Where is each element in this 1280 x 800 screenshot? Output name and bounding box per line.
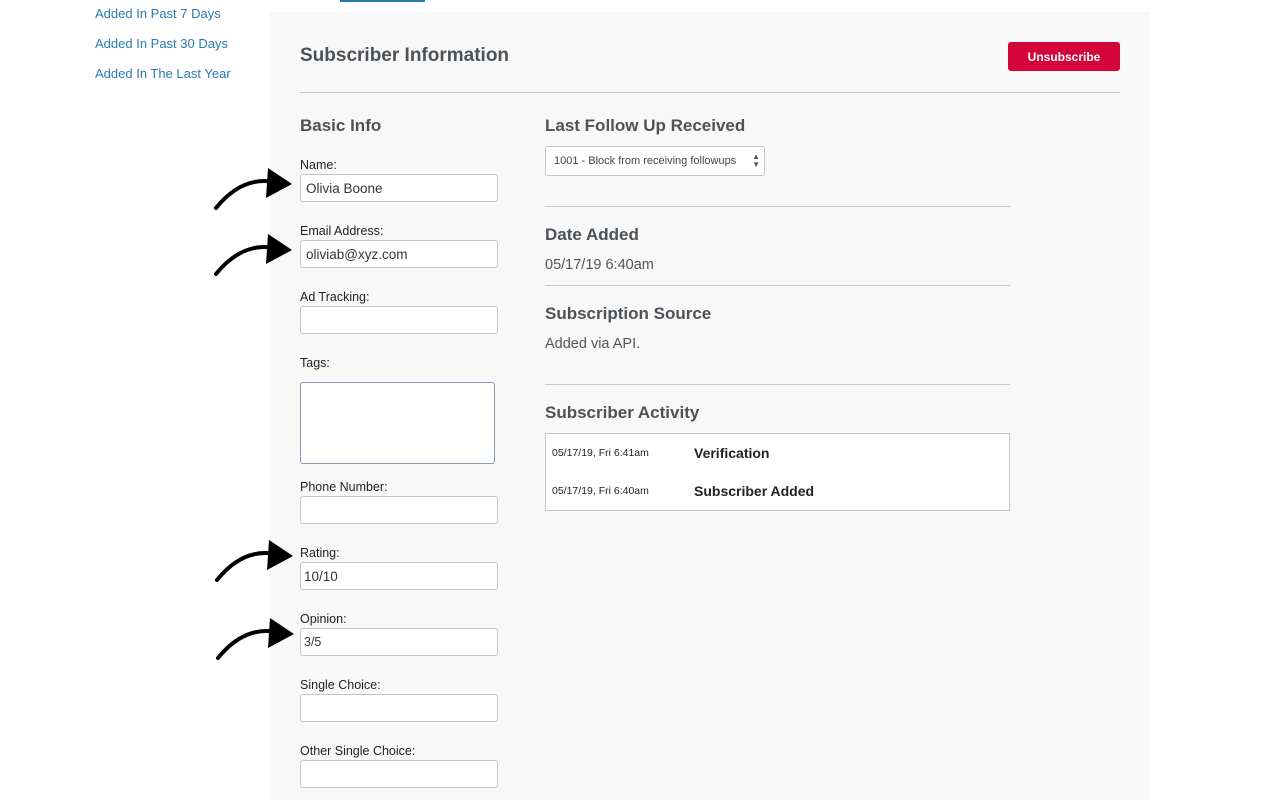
sidebar-link-last-year[interactable]: Added In The Last Year [95,66,231,81]
other-single-choice-label: Other Single Choice: [300,744,416,758]
activity-time: 05/17/19, Fri 6:40am [552,485,649,497]
phone-field[interactable] [300,496,498,524]
annotation-arrow-icon [215,540,293,582]
activity-log: 05/17/19, Fri 6:41am Verification 05/17/… [545,433,1010,511]
follow-up-divider [545,206,1010,207]
subscription-source-value: Added via API. [545,336,641,352]
annotation-arrow-icon [214,168,292,210]
date-added-value: 05/17/19 6:40am [545,257,654,273]
rating-field[interactable] [300,562,498,590]
single-choice-field[interactable] [300,694,498,722]
sidebar-link-past-30-days[interactable]: Added In Past 30 Days [95,36,228,51]
title-divider [300,92,1120,93]
subscription-source-heading: Subscription Source [545,304,712,323]
active-tab-indicator [340,0,425,2]
annotation-arrow-icon [214,234,292,276]
name-label: Name: [300,158,337,172]
ad-tracking-field[interactable] [300,306,498,334]
unsubscribe-button[interactable]: Unsubscribe [1008,42,1120,71]
follow-up-heading: Last Follow Up Received [545,116,746,135]
follow-up-selected-value: 1001 - Block from receiving followups [554,155,737,167]
select-caret-icon: ▲ ▼ [752,152,760,169]
subscriber-activity-heading: Subscriber Activity [545,403,700,422]
phone-label: Phone Number: [300,480,388,494]
opinion-field[interactable] [300,628,498,656]
tags-label: Tags: [300,356,330,370]
email-field[interactable] [300,240,498,268]
follow-up-select[interactable]: 1001 - Block from receiving followups ▲ ▼ [545,146,765,176]
tags-field[interactable] [300,382,495,464]
opinion-label: Opinion: [300,612,347,626]
annotation-arrow-icon [216,618,294,660]
email-label: Email Address: [300,224,384,238]
sidebar-link-past-7-days[interactable]: Added In Past 7 Days [95,6,221,21]
other-single-choice-field[interactable] [300,760,498,788]
ad-tracking-label: Ad Tracking: [300,290,370,304]
subscription-source-divider [545,384,1010,385]
date-added-divider [545,285,1010,286]
rating-label: Rating: [300,546,340,560]
name-field[interactable] [300,174,498,202]
activity-time: 05/17/19, Fri 6:41am [552,447,649,459]
subscriber-info-panel: Subscriber Information Unsubscribe Basic… [270,12,1150,800]
basic-info-heading: Basic Info [300,116,382,135]
activity-event: Verification [694,445,770,461]
date-added-heading: Date Added [545,225,639,244]
page-title: Subscriber Information [300,45,510,66]
activity-event: Subscriber Added [694,483,815,499]
single-choice-label: Single Choice: [300,678,381,692]
